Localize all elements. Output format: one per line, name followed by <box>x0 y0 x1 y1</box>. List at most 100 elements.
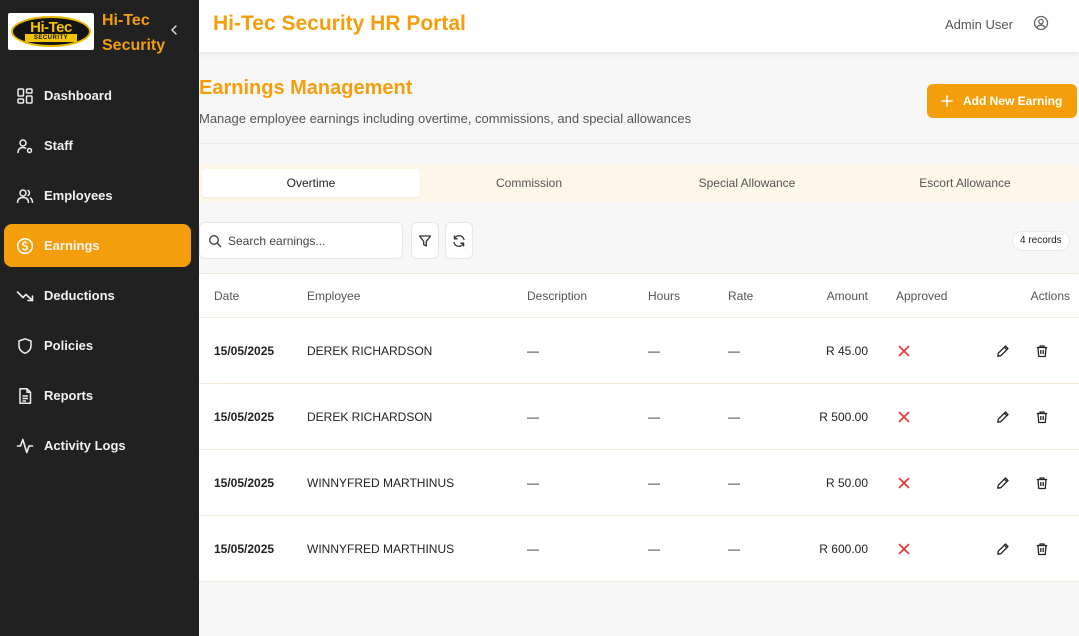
sidebar-item-dashboard[interactable]: Dashboard <box>4 74 191 117</box>
users-icon <box>16 187 34 205</box>
sidebar-item-label: Dashboard <box>44 88 112 103</box>
cell-rate: — <box>728 409 740 424</box>
cell-amount: R 45.00 <box>825 343 868 358</box>
app-title: Hi-Tec Security HR Portal <box>213 12 466 35</box>
edit-icon[interactable] <box>994 342 1012 360</box>
sidebar-item-activity-logs[interactable]: Activity Logs <box>4 424 191 467</box>
tab-commission[interactable]: Commission <box>420 169 638 197</box>
cell-hours: — <box>648 409 660 424</box>
col-description[interactable]: Description <box>527 274 587 317</box>
dashboard-icon <box>16 87 34 105</box>
staff-icon <box>16 137 34 155</box>
activity-icon <box>16 437 34 455</box>
page-title: Earnings Management <box>199 77 413 99</box>
records-count-badge: 4 records <box>1012 231 1070 251</box>
cell-amount: R 500.00 <box>819 409 868 424</box>
cell-description: — <box>527 475 539 490</box>
company-logo: Hi-Tec SECURITY <box>8 13 94 50</box>
tab-escort-allowance[interactable]: Escort Allowance <box>856 169 1074 197</box>
table-row[interactable]: 15/05/2025 WINNYFRED MARTHINUS — — — R 5… <box>199 450 1079 516</box>
brand-name: Hi-Tec Security <box>102 12 166 54</box>
earning-type-tabs: Overtime Commission Special Allowance Es… <box>199 164 1079 202</box>
table-row[interactable]: 15/05/2025 DEREK RICHARDSON — — — R 45.0… <box>199 318 1079 384</box>
not-approved-icon <box>896 450 910 515</box>
cell-employee: DEREK RICHARDSON <box>307 343 433 358</box>
col-amount[interactable]: Amount <box>827 274 868 317</box>
cell-description: — <box>527 541 539 556</box>
col-approved[interactable]: Approved <box>896 274 947 317</box>
shield-icon <box>16 337 34 355</box>
add-new-earning-button[interactable]: Add New Earning <box>927 84 1077 118</box>
edit-icon[interactable] <box>994 540 1012 558</box>
search-input[interactable] <box>228 231 398 251</box>
brand: Hi-Tec SECURITY Hi-Tec Security <box>0 0 199 62</box>
user-name[interactable]: Admin User <box>945 17 1013 32</box>
add-new-earning-label: Add New Earning <box>963 94 1063 108</box>
tab-overtime[interactable]: Overtime <box>202 169 420 197</box>
sidebar-item-earnings[interactable]: Earnings <box>4 224 191 267</box>
cell-date: 15/05/2025 <box>214 475 275 490</box>
search-box <box>199 222 403 259</box>
sidebar-item-label: Earnings <box>44 238 100 253</box>
row-actions <box>994 450 1051 515</box>
col-hours[interactable]: Hours <box>648 274 680 317</box>
top-header: Hi-Tec Security HR Portal Admin User <box>199 0 1079 52</box>
row-actions <box>994 384 1051 449</box>
delete-icon[interactable] <box>1033 540 1051 558</box>
cell-date: 15/05/2025 <box>214 343 275 358</box>
cell-date: 15/05/2025 <box>214 409 275 424</box>
cell-employee: DEREK RICHARDSON <box>307 409 433 424</box>
sidebar-item-deductions[interactable]: Deductions <box>4 274 191 317</box>
cell-rate: — <box>728 343 740 358</box>
filter-icon <box>418 234 432 247</box>
table-header: Date Employee Description Hours Rate Amo… <box>199 273 1079 318</box>
table-row[interactable]: 15/05/2025 WINNYFRED MARTHINUS — — — R 6… <box>199 516 1079 582</box>
col-date[interactable]: Date <box>214 274 239 317</box>
sidebar-item-label: Staff <box>44 138 73 153</box>
col-actions: Actions <box>1030 288 1070 303</box>
not-approved-icon <box>896 384 910 449</box>
col-employee[interactable]: Employee <box>307 274 360 317</box>
cell-hours: — <box>648 475 660 490</box>
row-actions <box>994 318 1051 383</box>
refresh-icon <box>453 234 465 247</box>
delete-icon[interactable] <box>1033 408 1051 426</box>
sidebar-item-staff[interactable]: Staff <box>4 124 191 167</box>
sidebar-item-policies[interactable]: Policies <box>4 324 191 367</box>
plus-icon <box>941 95 953 107</box>
sidebar-item-reports[interactable]: Reports <box>4 374 191 417</box>
sidebar-nav: Dashboard Staff Employees Earnings Deduc… <box>0 74 199 474</box>
divider <box>199 143 1079 144</box>
cell-description: — <box>527 343 539 358</box>
delete-icon[interactable] <box>1033 474 1051 492</box>
sidebar-item-employees[interactable]: Employees <box>4 174 191 217</box>
sidebar-item-label: Reports <box>44 388 94 403</box>
cell-amount: R 600.00 <box>819 541 868 556</box>
cell-employee: WINNYFRED MARTHINUS <box>307 541 455 556</box>
cell-hours: — <box>648 541 660 556</box>
table-row[interactable]: 15/05/2025 DEREK RICHARDSON — — — R 500.… <box>199 384 1079 450</box>
col-rate[interactable]: Rate <box>728 274 753 317</box>
sidebar: Hi-Tec SECURITY Hi-Tec Security Dashboar… <box>0 0 199 636</box>
cell-employee: WINNYFRED MARTHINUS <box>307 475 455 490</box>
row-actions <box>994 516 1051 581</box>
filter-button[interactable] <box>411 222 439 259</box>
dollar-circle-icon <box>16 237 34 255</box>
trend-down-icon <box>16 287 34 305</box>
sidebar-item-label: Policies <box>44 338 94 353</box>
cell-description: — <box>527 409 539 424</box>
not-approved-icon <box>896 516 910 581</box>
edit-icon[interactable] <box>994 408 1012 426</box>
user-circle-icon[interactable] <box>1033 15 1049 31</box>
delete-icon[interactable] <box>1033 342 1051 360</box>
collapse-sidebar-icon[interactable] <box>166 22 182 38</box>
cell-rate: — <box>728 475 740 490</box>
cell-hours: — <box>648 343 660 358</box>
not-approved-icon <box>896 318 910 383</box>
tab-special-allowance[interactable]: Special Allowance <box>638 169 856 197</box>
cell-date: 15/05/2025 <box>214 541 275 556</box>
refresh-button[interactable] <box>445 222 473 259</box>
edit-icon[interactable] <box>994 474 1012 492</box>
document-icon <box>16 387 34 405</box>
cell-amount: R 50.00 <box>825 475 868 490</box>
